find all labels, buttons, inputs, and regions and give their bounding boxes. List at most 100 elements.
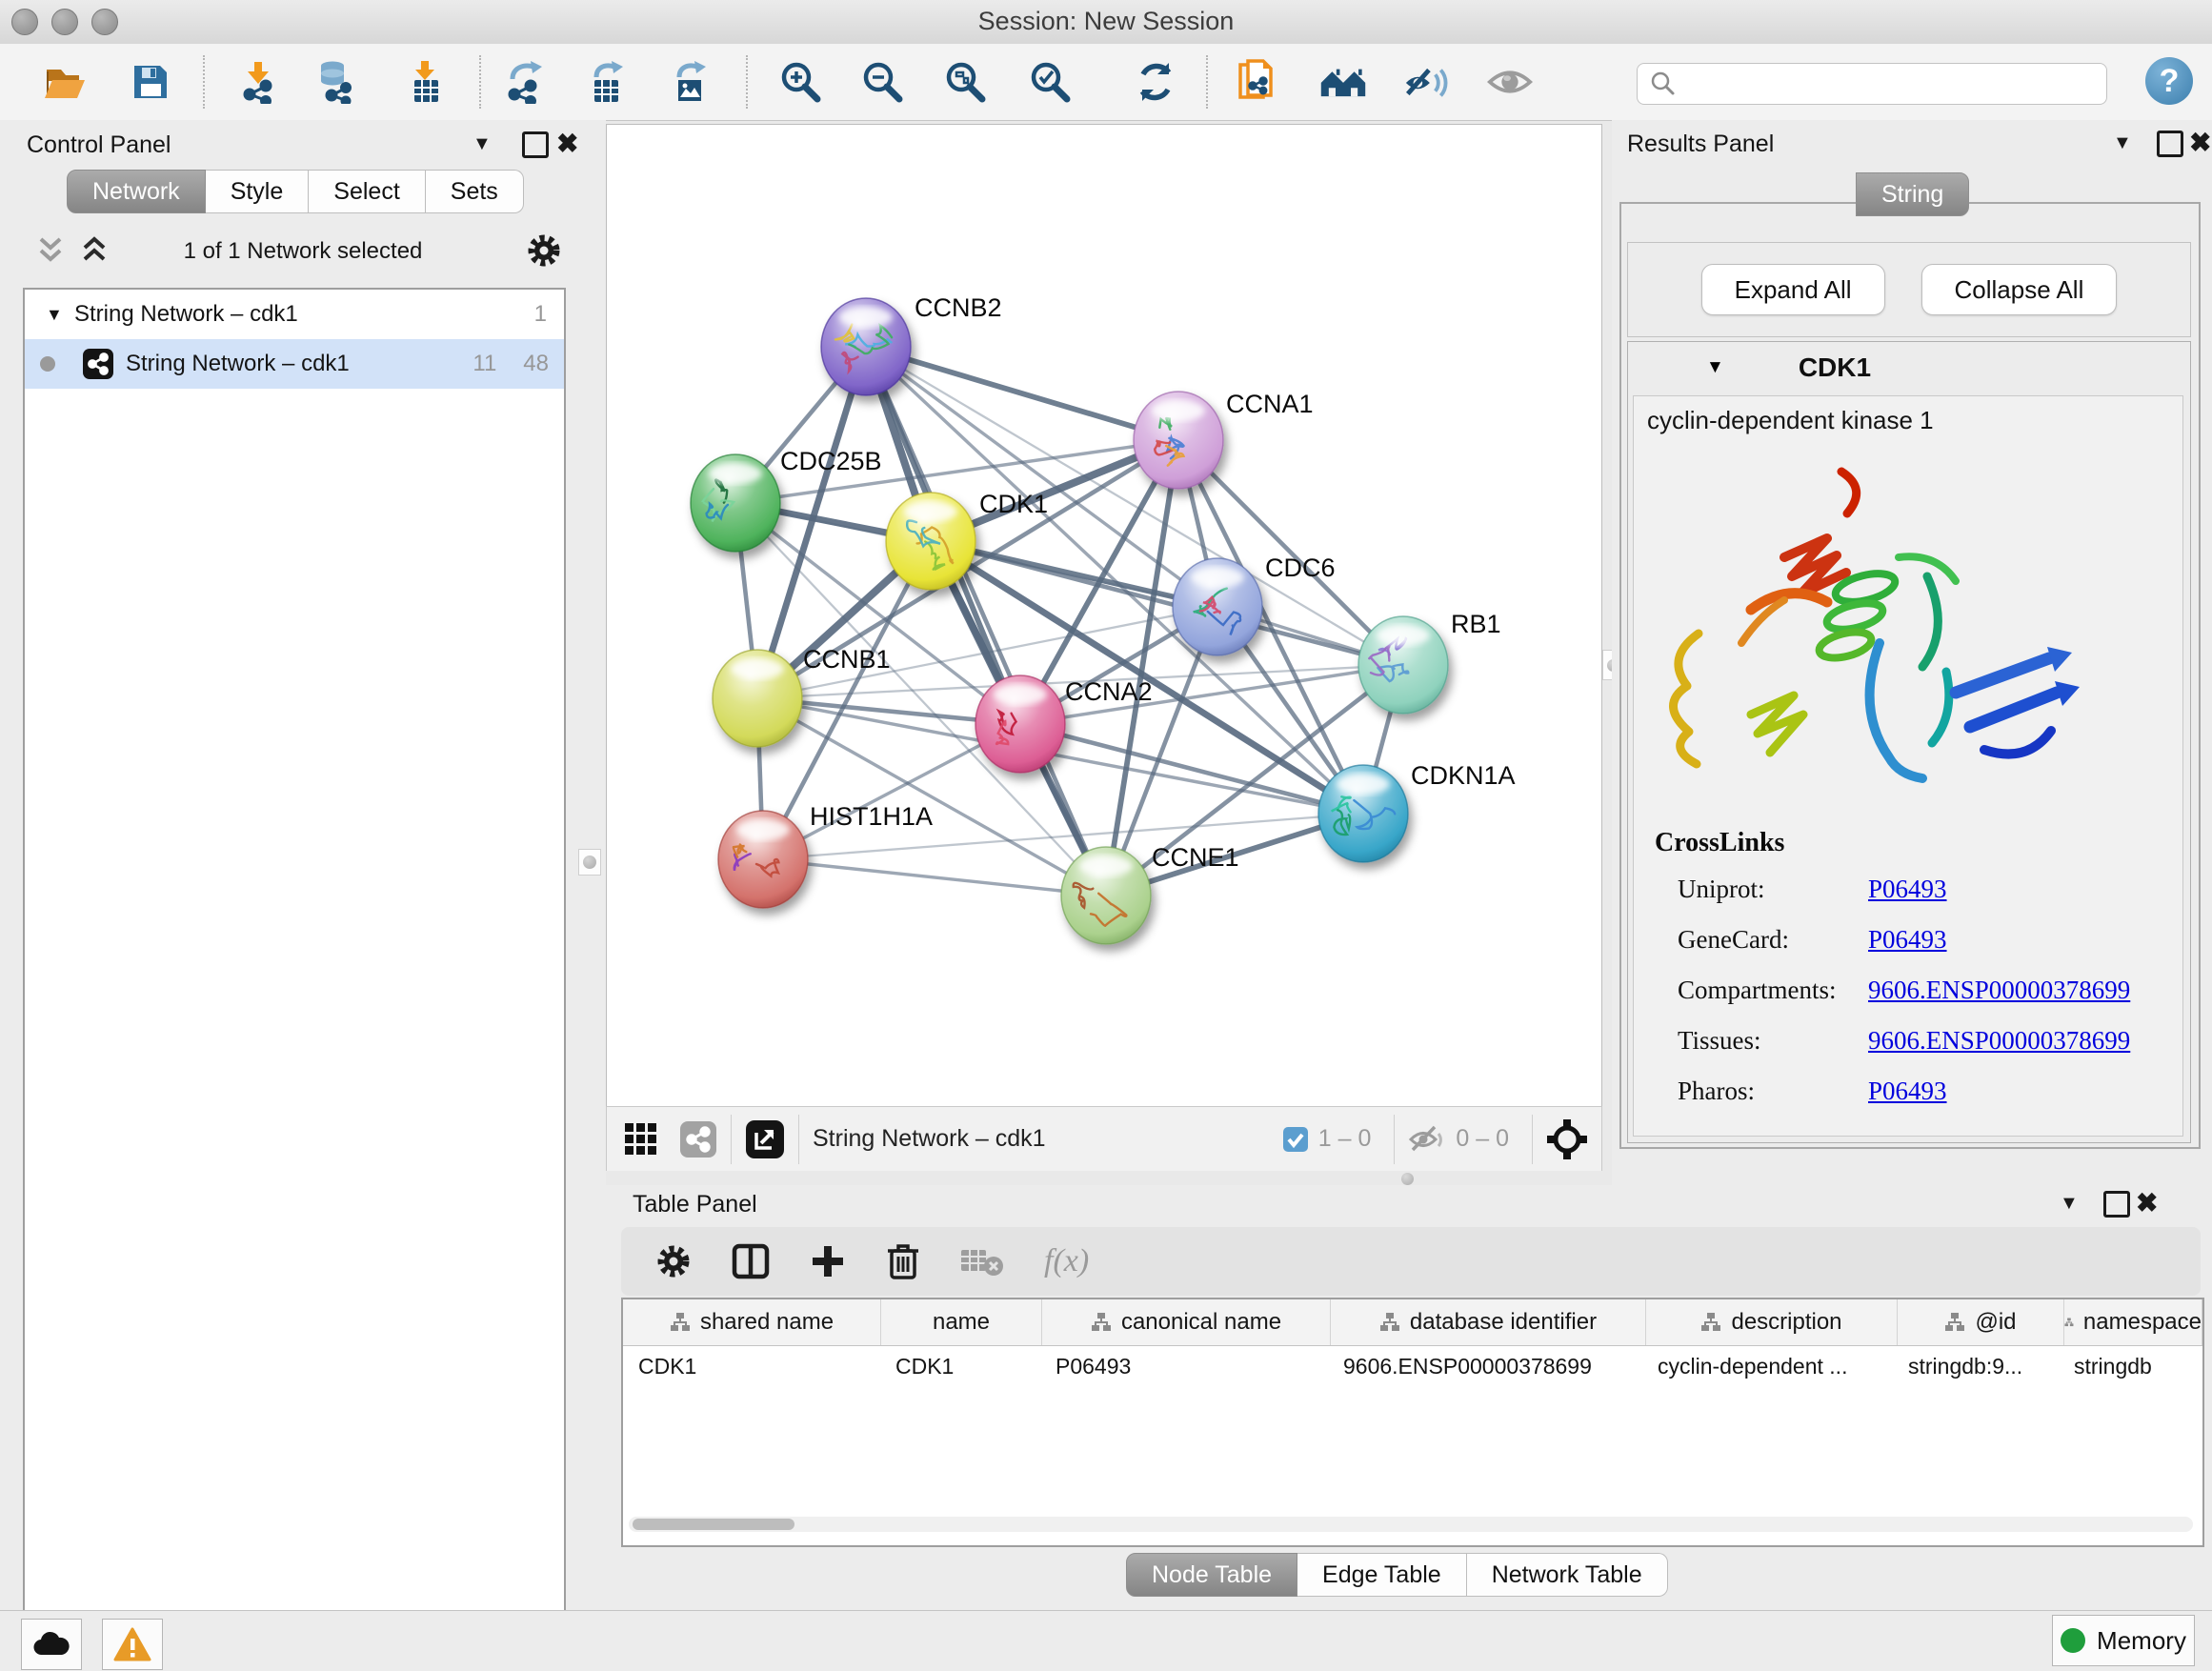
panel-float-icon[interactable] [2157,131,2183,157]
memory-button[interactable]: Memory [2052,1615,2195,1666]
crosslink-link[interactable]: P06493 [1868,875,1947,904]
search-input[interactable] [1685,66,2106,102]
import-table-button[interactable] [401,58,449,106]
column-header-shared-name[interactable]: shared name [623,1299,881,1345]
network-node[interactable] [975,675,1065,773]
hide-graphics-details-button[interactable] [1403,58,1451,106]
table-options-gear-icon[interactable] [655,1243,692,1279]
help-button[interactable]: ? [2145,57,2193,105]
network-node[interactable] [1134,392,1223,489]
crosslink-link[interactable]: P06493 [1868,925,1947,955]
column-header-canonical-name[interactable]: canonical name [1042,1299,1331,1345]
network-node[interactable] [1173,558,1262,655]
show-graphics-details-button[interactable] [1486,58,1534,106]
column-header-name[interactable]: name [881,1299,1042,1345]
create-column-icon[interactable] [810,1243,846,1279]
zoom-selected-button[interactable] [1026,58,1074,106]
table-cell[interactable]: stringdb:9... [1893,1346,2059,1386]
panel-menu-icon[interactable]: ▼ [2060,1193,2079,1215]
network-node[interactable] [1318,765,1408,862]
table-cell[interactable]: CDK1 [623,1346,880,1386]
selected-checkbox-icon[interactable] [1282,1126,1309,1153]
birdseye-navigator-icon[interactable] [1546,1118,1588,1160]
panel-menu-icon[interactable]: ▼ [2113,132,2132,154]
network-canvas[interactable]: CCNB2CCNA1CDC25BCDK1CDC6RB1CCNB1CCNA2CDK… [606,124,1602,1107]
network-node[interactable] [713,650,802,747]
table-cell[interactable]: CDK1 [880,1346,1040,1386]
open-session-button[interactable] [41,58,89,106]
network-overview-button[interactable] [1319,58,1367,106]
tab-sets[interactable]: Sets [426,170,524,213]
clone-network-button[interactable] [1237,58,1284,106]
column-type-icon [1944,1312,1965,1333]
table-horizontal-scrollbar[interactable] [629,1517,2193,1532]
network-node[interactable] [718,811,808,908]
network-node[interactable] [821,298,911,395]
detach-view-button[interactable] [745,1119,785,1159]
collapse-all-button[interactable]: Collapse All [1921,264,2118,315]
tab-network-table[interactable]: Network Table [1467,1553,1668,1597]
network-collection-row[interactable]: ▼ String Network – cdk1 1 [25,290,564,339]
tab-edge-table[interactable]: Edge Table [1297,1553,1467,1597]
export-network-button[interactable] [501,58,549,106]
apply-layout-button[interactable] [1132,58,1179,106]
crosslink-link[interactable]: 9606.ENSP00000378699 [1868,976,2130,1005]
delete-column-icon[interactable] [886,1242,920,1280]
tab-style[interactable]: Style [206,170,310,213]
import-network-database-button[interactable] [314,58,362,106]
network-edge[interactable] [866,347,1178,440]
table-cell[interactable]: 9606.ENSP00000378699 [1328,1346,1642,1386]
network-row-selected[interactable]: String Network – cdk1 11 48 [25,339,564,389]
table-row[interactable]: CDK1CDK1P064939606.ENSP00000378699cyclin… [623,1346,2202,1386]
network-status-dot [40,356,55,372]
panel-close-icon[interactable]: ✖ [2136,1187,2158,1218]
panel-close-icon[interactable]: ✖ [2189,127,2211,158]
column-type-icon [1700,1312,1721,1333]
network-node[interactable] [1061,847,1151,944]
zoom-fit-button[interactable] [941,58,989,106]
cloud-status-button[interactable] [21,1619,82,1670]
tab-string[interactable]: String [1856,172,1969,216]
crosslink-link[interactable]: P06493 [1868,1077,1947,1106]
table-cell[interactable]: P06493 [1040,1346,1328,1386]
tab-network[interactable]: Network [67,170,206,213]
warnings-button[interactable] [102,1619,163,1670]
crosslink-link[interactable]: 9606.ENSP00000378699 [1868,1026,2130,1056]
section-collapse-icon[interactable]: ▼ [1706,357,1724,378]
column-header--id[interactable]: @id [1898,1299,2064,1345]
panel-float-icon[interactable] [2103,1191,2130,1218]
export-image-button[interactable] [666,58,714,106]
show-columns-icon[interactable] [732,1242,770,1280]
tab-select[interactable]: Select [309,170,425,213]
panel-float-icon[interactable] [522,131,549,158]
tab-node-table[interactable]: Node Table [1126,1553,1297,1597]
network-file-icon [1237,57,1284,107]
grid-view-button[interactable] [624,1122,658,1157]
table-cell[interactable]: stringdb [2059,1346,2202,1386]
panel-menu-icon[interactable]: ▼ [473,133,492,155]
network-node[interactable] [886,493,975,590]
toolbar-separator [1394,1115,1395,1164]
single-view-button[interactable] [679,1120,717,1158]
column-header-database-identifier[interactable]: database identifier [1331,1299,1646,1345]
table-cell[interactable]: cyclin-dependent ... [1642,1346,1893,1386]
zoom-out-button[interactable] [858,58,906,106]
column-header-description[interactable]: description [1646,1299,1898,1345]
expand-all-button[interactable]: Expand All [1701,264,1885,315]
gene-section-header[interactable]: ▼ CDK1 [1628,342,2190,393]
left-splitter-handle[interactable] [578,849,601,876]
network-share-icon [82,348,114,380]
export-table-button[interactable] [583,58,631,106]
tree-expand-icon[interactable]: ▼ [46,305,74,325]
zoom-out-icon [860,60,904,104]
network-node[interactable] [1358,616,1448,714]
save-session-button[interactable] [127,58,174,106]
network-options-gear-icon[interactable] [526,232,562,269]
scrollbar-thumb[interactable] [633,1519,794,1530]
network-node[interactable] [691,454,780,552]
zoom-in-button[interactable] [776,58,824,106]
import-network-file-button[interactable] [234,58,282,106]
results-panel-title: Results Panel [1627,131,1774,158]
panel-close-icon[interactable]: ✖ [556,128,578,159]
column-header-namespace[interactable]: namespace [2064,1299,2202,1345]
